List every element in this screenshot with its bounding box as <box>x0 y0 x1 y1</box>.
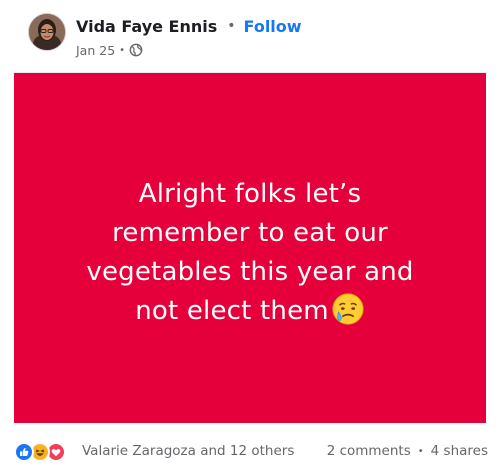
separator-dot: • <box>119 44 126 56</box>
post-background-card[interactable]: Alright folks let’s remember to eat our … <box>14 72 486 423</box>
separator-dot: • <box>417 445 424 457</box>
follow-button[interactable]: Follow <box>244 17 302 36</box>
post-meta: Jan 25 • <box>76 41 143 59</box>
post-date[interactable]: Jan 25 <box>76 43 115 58</box>
reaction-icons[interactable] <box>14 442 66 462</box>
author-name[interactable]: Vida Faye Ennis <box>76 17 217 36</box>
crying-face-emoji-icon <box>332 292 364 325</box>
post-text: Alright folks let’s remember to eat our … <box>50 175 450 331</box>
post-text-line: Alright folks let’s <box>138 179 362 209</box>
author-avatar[interactable] <box>28 13 66 51</box>
shares-count[interactable]: 4 shares <box>431 443 488 459</box>
post-footer: Valarie Zaragoza and 12 others 2 comment… <box>0 436 500 470</box>
post-header: Vida Faye Ennis • Follow Jan 25 • <box>0 0 500 72</box>
avatar-photo-icon <box>29 14 65 50</box>
post-text-line: not elect them <box>135 296 329 326</box>
engagement-counts: 2 comments • 4 shares <box>327 443 488 459</box>
reactors-text[interactable]: Valarie Zaragoza and 12 others <box>82 443 294 459</box>
globe-icon[interactable] <box>129 43 143 57</box>
comments-count[interactable]: 2 comments <box>327 443 411 459</box>
post-text-line: remember to eat our <box>112 218 388 248</box>
post-text-line: vegetables this year and <box>86 257 414 287</box>
post-text-line-last: not elect them <box>50 292 450 331</box>
author-row: Vida Faye Ennis • Follow <box>76 15 302 37</box>
like-icon <box>14 442 34 462</box>
separator-dot: • <box>227 18 236 34</box>
